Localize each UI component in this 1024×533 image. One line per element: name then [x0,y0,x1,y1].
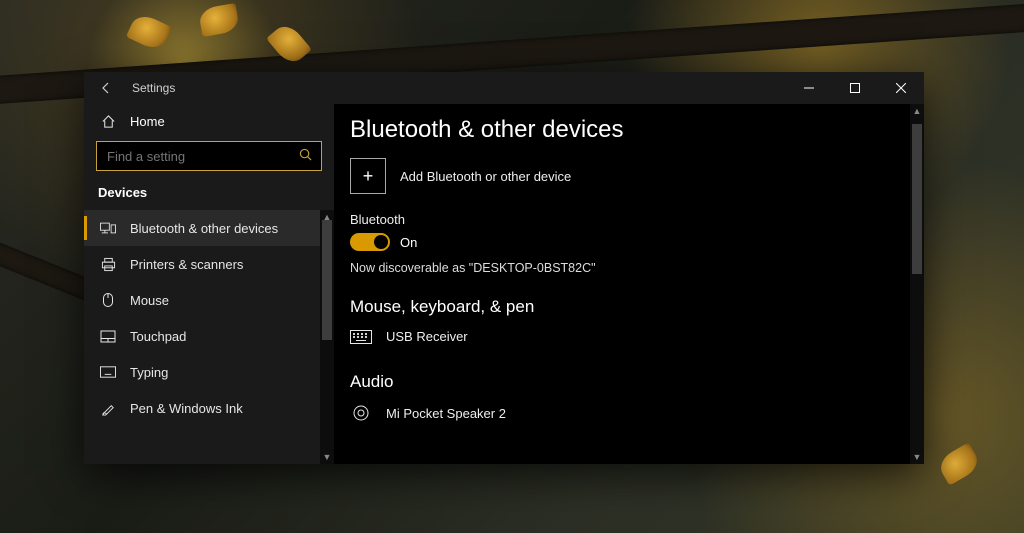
content-scrollbar[interactable]: ▲ ▼ [910,104,924,464]
add-device-button[interactable]: + Add Bluetooth or other device [350,158,924,194]
sidebar-item-label: Bluetooth & other devices [130,221,278,236]
sidebar-nav-list: Bluetooth & other devices Printers & sca… [84,210,334,464]
window-title: Settings [132,81,175,95]
scroll-up-icon[interactable]: ▲ [910,104,924,118]
sidebar-item-printers[interactable]: Printers & scanners [84,246,334,282]
sidebar-item-label: Printers & scanners [130,257,243,272]
maximize-button[interactable] [832,72,878,104]
bluetooth-label: Bluetooth [350,212,924,227]
sidebar-item-label: Touchpad [130,329,186,344]
titlebar: Settings [84,72,924,104]
sidebar-item-label: Typing [130,365,168,380]
sidebar-item-label: Mouse [130,293,169,308]
device-label: Mi Pocket Speaker 2 [386,406,506,421]
speaker-icon [350,404,372,422]
search-input[interactable] [96,141,322,171]
sidebar-item-typing[interactable]: Typing [84,354,334,390]
keyboard-icon [100,366,116,378]
scroll-down-icon[interactable]: ▼ [910,450,924,464]
plus-icon: + [350,158,386,194]
mouse-icon [100,292,116,308]
content-scrollbar-thumb[interactable] [912,124,922,274]
device-label: USB Receiver [386,329,468,344]
search-wrap [96,141,322,171]
discoverable-text: Now discoverable as "DESKTOP-0BST82C" [350,261,924,275]
back-button[interactable] [98,80,114,96]
scroll-down-icon[interactable]: ▼ [320,450,334,464]
minimize-button[interactable] [786,72,832,104]
pen-icon [100,401,116,416]
bluetooth-toggle-state: On [400,235,417,250]
sidebar-item-mouse[interactable]: Mouse [84,282,334,318]
home-nav[interactable]: Home [84,104,334,137]
sidebar-scrollbar[interactable]: ▲ ▼ [320,210,334,464]
sidebar-scrollbar-thumb[interactable] [322,220,332,340]
section-audio: Audio [350,372,924,392]
settings-window: Settings Home [84,72,924,464]
home-label: Home [130,114,165,129]
add-device-label: Add Bluetooth or other device [400,169,571,184]
home-icon [100,114,116,129]
bluetooth-toggle[interactable] [350,233,390,251]
sidebar-item-bluetooth[interactable]: Bluetooth & other devices [84,210,334,246]
content-pane: Bluetooth & other devices + Add Bluetoot… [334,104,924,464]
window-controls [786,72,924,104]
sidebar-item-touchpad[interactable]: Touchpad [84,318,334,354]
sidebar-item-pen[interactable]: Pen & Windows Ink [84,390,334,426]
device-mi-speaker[interactable]: Mi Pocket Speaker 2 [350,400,924,438]
close-button[interactable] [878,72,924,104]
bluetooth-toggle-row: On [350,233,924,251]
device-usb-receiver[interactable]: USB Receiver [350,325,924,360]
keyboard-icon [350,330,372,344]
sidebar-item-label: Pen & Windows Ink [130,401,243,416]
page-title: Bluetooth & other devices [350,116,924,144]
devices-icon [100,221,116,235]
printer-icon [100,257,116,272]
sidebar-section-label: Devices [84,181,334,210]
sidebar: Home Devices [84,104,334,464]
touchpad-icon [100,330,116,343]
section-mouse-keyboard-pen: Mouse, keyboard, & pen [350,297,924,317]
